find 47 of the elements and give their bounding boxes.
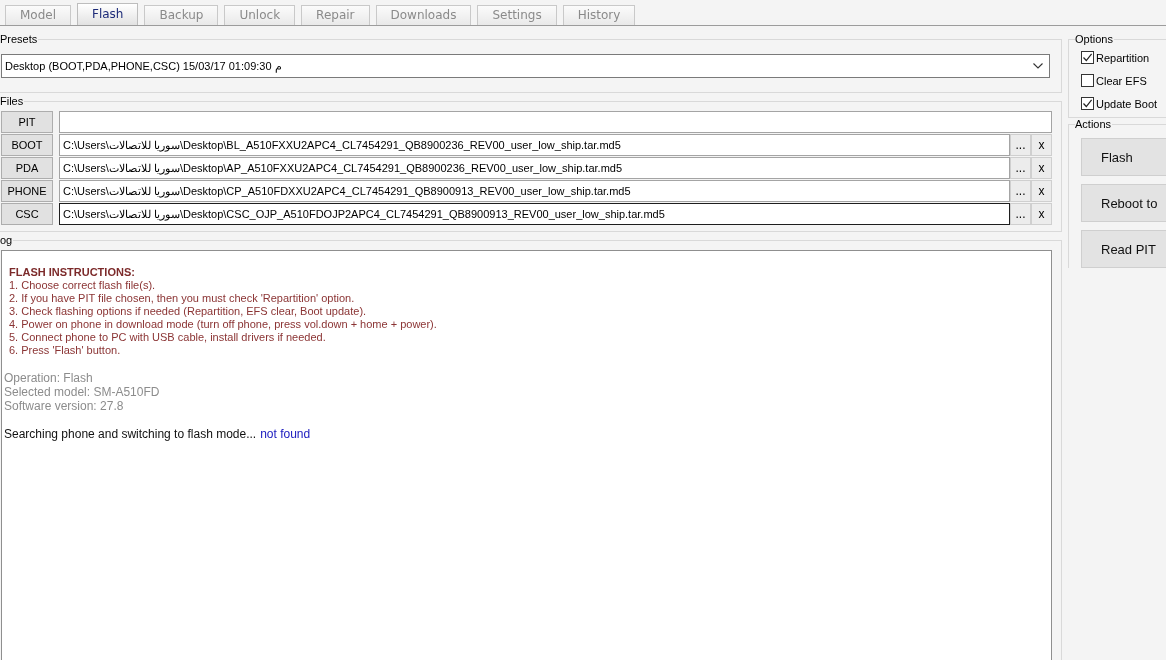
group-label: og xyxy=(0,234,14,247)
file-path-field[interactable]: C:\Users\سوريا للاتصالات\Desktop\CSC_OJP_A510FDOJP2APC4_CL7454291_QB8900913_REV00_user_low_ship.tar.md5 xyxy=(59,203,1010,225)
group-label: Files xyxy=(0,95,25,108)
slot-button[interactable]: CSC xyxy=(1,203,53,225)
status-result: not found xyxy=(260,427,311,441)
log-line: Selected model: SM-A510FD xyxy=(4,385,161,399)
file-path-field[interactable]: C:\Users\سوريا للاتصالات\Desktop\BL_A510FXXU2APC4_CL7454291_QB8900236_REV00_user_low_ship.tar.md5 xyxy=(59,134,1010,156)
file-path-field[interactable] xyxy=(59,111,1052,133)
slot-button[interactable]: PIT xyxy=(1,111,53,133)
group-label: Presets xyxy=(0,33,39,46)
log-line: Software version: 27.8 xyxy=(4,399,125,413)
checkbox[interactable] xyxy=(1081,97,1094,110)
clear-button[interactable]: x xyxy=(1031,180,1052,202)
group-label: Options xyxy=(1075,33,1114,46)
log-line: 2. If you have PIT file chosen, then you must check 'Repartition' option. xyxy=(9,292,356,305)
checkbox[interactable] xyxy=(1081,74,1094,87)
slot-button[interactable]: PDA xyxy=(1,157,53,179)
browse-button[interactable]: ... xyxy=(1010,180,1031,202)
chevron-down-icon xyxy=(1033,63,1043,69)
clear-button[interactable]: x xyxy=(1031,203,1052,225)
tab[interactable]: Flash xyxy=(77,3,139,25)
browse-button[interactable]: ... xyxy=(1010,134,1031,156)
action-button[interactable]: Reboot to xyxy=(1081,184,1166,222)
slot-button[interactable]: PHONE xyxy=(1,180,53,202)
clear-button[interactable]: x xyxy=(1031,134,1052,156)
log-line: 5. Connect phone to PC with USB cable, install drivers if needed. xyxy=(9,331,327,344)
log-line: 1. Choose correct flash file(s). xyxy=(9,279,157,292)
log-line: Operation: Flash xyxy=(4,371,94,385)
checkbox[interactable] xyxy=(1081,51,1094,64)
browse-button[interactable]: ... xyxy=(1010,157,1031,179)
checkbox-label[interactable]: Update Boot xyxy=(1096,97,1158,110)
slot-button[interactable]: BOOT xyxy=(1,134,53,156)
clear-button[interactable]: x xyxy=(1031,157,1052,179)
action-button[interactable]: Read PIT xyxy=(1081,230,1166,268)
preset-dropdown[interactable]: Desktop (BOOT,PDA,PHONE,CSC) 15/03/17 01:09:30 م xyxy=(1,54,1050,78)
browse-button[interactable]: ... xyxy=(1010,203,1031,225)
action-button[interactable]: Flash xyxy=(1081,138,1166,176)
log-line: 4. Power on phone in download mode (turn off phone, press vol.down + home + power). xyxy=(9,318,438,331)
file-path-field[interactable]: C:\Users\سوريا للاتصالات\Desktop\AP_A510FXXU2APC4_CL7454291_QB8900236_REV00_user_low_ship.tar.md5 xyxy=(59,157,1010,179)
log-line: 6. Press 'Flash' button. xyxy=(9,344,122,357)
log-heading: FLASH INSTRUCTIONS: xyxy=(9,266,136,279)
log-line: 3. Check flashing options if needed (Repartition, EFS clear, Boot update). xyxy=(9,305,368,318)
status-text: Searching phone and switching to flash mode... xyxy=(4,427,257,441)
file-path-field[interactable]: C:\Users\سوريا للاتصالات\Desktop\CP_A510FDXXU2APC4_CL7454291_QB8900913_REV00_user_low_ship.tar.md5 xyxy=(59,180,1010,202)
checkbox-label[interactable]: Clear EFS xyxy=(1096,74,1147,87)
group-label: Actions xyxy=(1075,118,1113,131)
checkbox-label[interactable]: Repartition xyxy=(1096,51,1150,64)
